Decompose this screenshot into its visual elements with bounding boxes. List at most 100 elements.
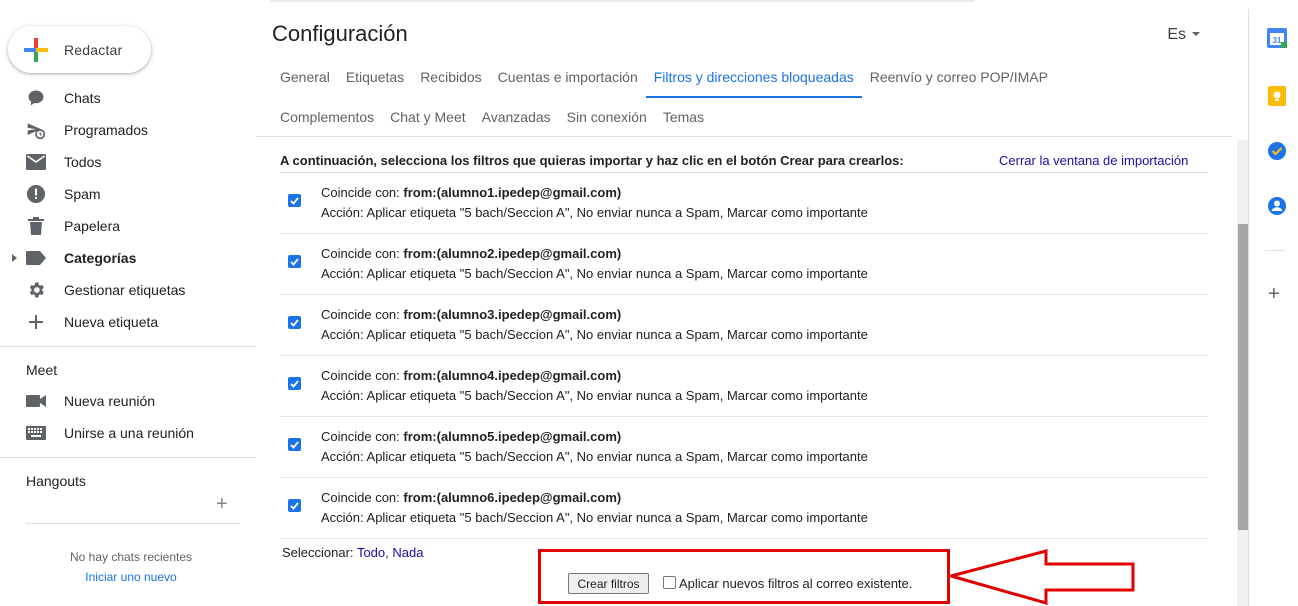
filter-checkbox[interactable] bbox=[288, 255, 301, 268]
trash-icon bbox=[26, 216, 46, 236]
filter-checkbox[interactable] bbox=[288, 377, 301, 390]
side-panel-rail: 31 + bbox=[1249, 9, 1298, 606]
filter-action: Acción: Aplicar etiqueta "5 bach/Seccion… bbox=[321, 388, 868, 403]
page-title: Configuración bbox=[272, 21, 408, 46]
nav-list: Chats Programados Todos Spam Papelera Ca… bbox=[0, 82, 256, 496]
settings-tabs-row1: General Etiquetas Recibidos Cuentas e im… bbox=[272, 64, 1056, 98]
nav-item-label: Spam bbox=[64, 186, 101, 202]
nav-item-nueva-etiqueta[interactable]: Nueva etiqueta bbox=[0, 306, 256, 338]
no-chats-text: No hay chats recientes bbox=[69, 550, 193, 564]
hangouts-divider bbox=[26, 523, 240, 524]
gear-icon bbox=[26, 280, 46, 300]
nav-item-papelera[interactable]: Papelera bbox=[0, 210, 256, 242]
filter-row: Coincide con: from:(alumno2.ipedep@gmail… bbox=[280, 234, 1208, 295]
filter-action: Acción: Aplicar etiqueta "5 bach/Seccion… bbox=[321, 327, 868, 342]
nav-item-unirse-reunion[interactable]: Unirse a una reunión bbox=[0, 417, 256, 449]
tab-avanzadas[interactable]: Avanzadas bbox=[474, 104, 559, 138]
label-icon bbox=[26, 248, 46, 268]
spam-icon bbox=[26, 184, 46, 204]
tab-sin-conexion[interactable]: Sin conexión bbox=[559, 104, 655, 138]
caret-down-icon bbox=[1192, 31, 1200, 36]
calendar-icon[interactable]: 31 bbox=[1267, 28, 1287, 48]
filter-match: Coincide con: from:(alumno1.ipedep@gmail… bbox=[321, 185, 622, 200]
select-all-link[interactable]: Todo bbox=[357, 545, 385, 560]
import-instruction: A continuación, selecciona los filtros q… bbox=[280, 153, 904, 168]
filter-match: Coincide con: from:(alumno5.ipedep@gmail… bbox=[321, 429, 622, 444]
nav-item-label: Unirse a una reunión bbox=[64, 425, 194, 441]
hangouts-title: Hangouts bbox=[26, 473, 86, 489]
filter-row: Coincide con: from:(alumno5.ipedep@gmail… bbox=[280, 417, 1208, 478]
tab-temas[interactable]: Temas bbox=[655, 104, 712, 138]
tabs-divider bbox=[256, 136, 1232, 137]
nav-item-programados[interactable]: Programados bbox=[0, 114, 256, 146]
highlight-arrow-icon bbox=[948, 549, 1135, 605]
nav-item-label: Programados bbox=[64, 122, 149, 138]
filter-list: Coincide con: from:(alumno1.ipedep@gmail… bbox=[280, 173, 1208, 539]
nav-item-spam[interactable]: Spam bbox=[0, 178, 256, 210]
keyboard-icon bbox=[26, 423, 46, 443]
tab-reenvio[interactable]: Reenvío y correo POP/IMAP bbox=[862, 64, 1056, 98]
hangouts-add-icon[interactable]: + bbox=[216, 493, 228, 516]
plus-color-icon bbox=[24, 37, 48, 62]
compose-button[interactable]: Redactar bbox=[8, 26, 151, 73]
filter-checkbox[interactable] bbox=[288, 316, 301, 329]
tasks-icon[interactable] bbox=[1267, 141, 1287, 161]
keep-icon[interactable] bbox=[1267, 86, 1287, 106]
all-mail-icon bbox=[26, 152, 46, 172]
language-label: Es bbox=[1167, 26, 1186, 43]
nav-item-label: Categorías bbox=[64, 250, 137, 266]
filter-row: Coincide con: from:(alumno1.ipedep@gmail… bbox=[280, 173, 1208, 234]
nav-item-label: Todos bbox=[64, 154, 102, 170]
filter-match: Coincide con: from:(alumno3.ipedep@gmail… bbox=[321, 307, 622, 322]
get-addons-plus-icon[interactable]: + bbox=[1268, 283, 1280, 306]
nav-divider bbox=[0, 457, 256, 458]
nav-item-label: Papelera bbox=[64, 218, 121, 234]
rail-separator bbox=[1265, 250, 1285, 251]
apply-existing-checkbox[interactable] bbox=[663, 576, 676, 589]
expand-arrow-icon[interactable] bbox=[12, 254, 17, 262]
meet-title: Meet bbox=[26, 362, 58, 378]
video-icon bbox=[26, 391, 46, 411]
select-controls: Seleccionar: Todo, Nada bbox=[282, 545, 424, 560]
filter-checkbox[interactable] bbox=[288, 438, 301, 451]
filter-action: Acción: Aplicar etiqueta "5 bach/Seccion… bbox=[321, 449, 868, 464]
close-import-link[interactable]: Cerrar la ventana de importación bbox=[999, 153, 1188, 168]
filter-row: Coincide con: from:(alumno4.ipedep@gmail… bbox=[280, 356, 1208, 417]
filter-match: Coincide con: from:(alumno6.ipedep@gmail… bbox=[321, 490, 622, 505]
language-selector[interactable]: Es bbox=[1167, 26, 1200, 44]
section-heading-cropped bbox=[288, 129, 428, 135]
left-nav: Redactar Chats Programados Todos Spam Pa… bbox=[0, 0, 256, 606]
filter-checkbox[interactable] bbox=[288, 499, 301, 512]
filter-action: Acción: Aplicar etiqueta "5 bach/Seccion… bbox=[321, 205, 868, 220]
start-new-chat-link[interactable]: Iniciar uno nuevo bbox=[0, 570, 262, 584]
tab-cuentas[interactable]: Cuentas e importación bbox=[490, 64, 646, 98]
svg-text:31: 31 bbox=[1273, 36, 1282, 45]
select-label: Seleccionar: bbox=[282, 545, 354, 560]
nav-item-nueva-reunion[interactable]: Nueva reunión bbox=[0, 385, 256, 417]
apply-existing-label: Aplicar nuevos filtros al correo existen… bbox=[679, 576, 913, 591]
contacts-icon[interactable] bbox=[1267, 196, 1287, 216]
filter-match: Coincide con: from:(alumno2.ipedep@gmail… bbox=[321, 246, 622, 261]
top-divider bbox=[270, 0, 975, 2]
nav-item-label: Chats bbox=[64, 90, 101, 106]
filter-row: Coincide con: from:(alumno3.ipedep@gmail… bbox=[280, 295, 1208, 356]
filter-action: Acción: Aplicar etiqueta "5 bach/Seccion… bbox=[321, 510, 868, 525]
chat-icon bbox=[26, 88, 46, 108]
nav-divider bbox=[0, 346, 256, 347]
select-none-link[interactable]: Nada bbox=[392, 545, 423, 560]
nav-item-label: Nueva reunión bbox=[64, 393, 156, 409]
nav-item-gestionar-etiquetas[interactable]: Gestionar etiquetas bbox=[0, 274, 256, 306]
create-filters-button[interactable]: Crear filtros bbox=[568, 573, 649, 594]
scrollbar-thumb[interactable] bbox=[1238, 224, 1248, 530]
filter-match: Coincide con: from:(alumno4.ipedep@gmail… bbox=[321, 368, 622, 383]
plus-icon bbox=[26, 312, 46, 332]
tab-recibidos[interactable]: Recibidos bbox=[412, 64, 489, 98]
filter-checkbox[interactable] bbox=[288, 194, 301, 207]
nav-item-chats[interactable]: Chats bbox=[0, 82, 256, 114]
nav-item-categorias[interactable]: Categorías bbox=[0, 242, 256, 274]
nav-item-todos[interactable]: Todos bbox=[0, 146, 256, 178]
filter-action: Acción: Aplicar etiqueta "5 bach/Seccion… bbox=[321, 266, 868, 281]
tab-general[interactable]: General bbox=[272, 64, 338, 98]
tab-filtros[interactable]: Filtros y direcciones bloqueadas bbox=[645, 64, 862, 98]
tab-etiquetas[interactable]: Etiquetas bbox=[338, 64, 412, 98]
